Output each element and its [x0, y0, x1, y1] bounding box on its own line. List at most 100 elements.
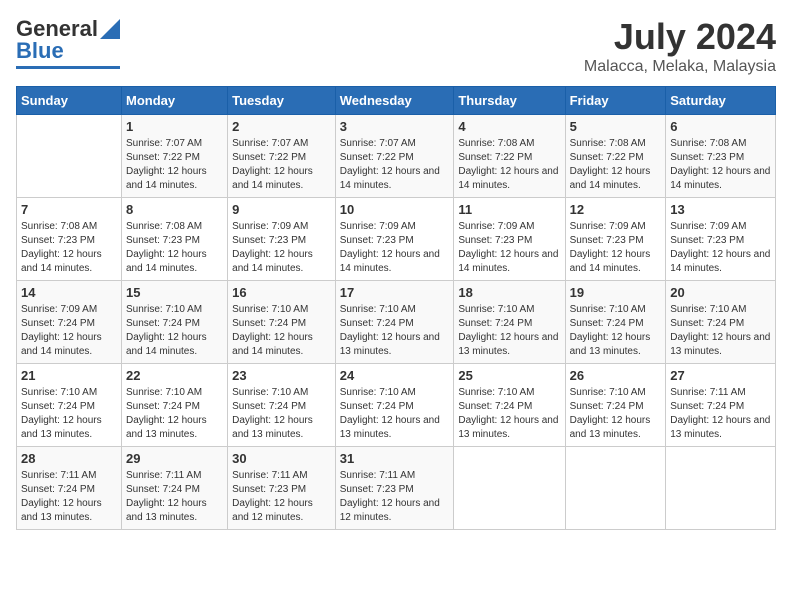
day-cell — [454, 447, 565, 530]
day-cell: 15 Sunrise: 7:10 AMSunset: 7:24 PMDayligh… — [121, 281, 227, 364]
day-number: 11 — [458, 202, 560, 217]
day-number: 22 — [126, 368, 223, 383]
day-info: Sunrise: 7:08 AMSunset: 7:22 PMDaylight:… — [458, 137, 560, 193]
day-info: Sunrise: 7:11 AMSunset: 7:24 PMDaylight:… — [670, 386, 771, 442]
day-number: 16 — [232, 285, 331, 300]
day-number: 1 — [126, 119, 223, 134]
day-number: 24 — [340, 368, 450, 383]
day-number: 10 — [340, 202, 450, 217]
day-number: 3 — [340, 119, 450, 134]
day-info: Sunrise: 7:10 AMSunset: 7:24 PMDaylight:… — [126, 386, 223, 442]
day-number: 25 — [458, 368, 560, 383]
day-number: 17 — [340, 285, 450, 300]
day-info: Sunrise: 7:11 AMSunset: 7:24 PMDaylight:… — [21, 469, 117, 525]
col-sunday: Sunday — [17, 87, 122, 115]
day-number: 12 — [570, 202, 662, 217]
col-thursday: Thursday — [454, 87, 565, 115]
day-number: 4 — [458, 119, 560, 134]
day-cell: 11 Sunrise: 7:09 AMSunset: 7:23 PMDayligh… — [454, 198, 565, 281]
day-cell: 1 Sunrise: 7:07 AMSunset: 7:22 PMDaylight… — [121, 115, 227, 198]
day-cell: 17 Sunrise: 7:10 AMSunset: 7:24 PMDayligh… — [335, 281, 454, 364]
day-info: Sunrise: 7:11 AMSunset: 7:24 PMDaylight:… — [126, 469, 223, 525]
day-cell: 2Sunrise: 7:07 AMSunset: 7:22 PMDaylight… — [228, 115, 336, 198]
day-info: Sunrise: 7:09 AMSunset: 7:23 PMDaylight:… — [670, 220, 771, 276]
day-info: Sunrise: 7:09 AMSunset: 7:23 PMDaylight:… — [570, 220, 662, 276]
day-cell: 3Sunrise: 7:07 AMSunset: 7:22 PMDaylight… — [335, 115, 454, 198]
col-friday: Friday — [565, 87, 666, 115]
day-cell: 14 Sunrise: 7:09 AMSunset: 7:24 PMDayligh… — [17, 281, 122, 364]
logo-blue: Blue — [16, 38, 64, 64]
day-cell: 27 Sunrise: 7:11 AMSunset: 7:24 PMDayligh… — [666, 364, 776, 447]
title-block: July 2024 Malacca, Melaka, Malaysia — [584, 16, 776, 76]
day-cell: 20Sunrise: 7:10 AMSunset: 7:24 PMDayligh… — [666, 281, 776, 364]
day-number: 6 — [670, 119, 771, 134]
day-cell: 13 Sunrise: 7:09 AMSunset: 7:23 PMDayligh… — [666, 198, 776, 281]
day-number: 14 — [21, 285, 117, 300]
day-number: 20 — [670, 285, 771, 300]
day-number: 30 — [232, 451, 331, 466]
day-number: 21 — [21, 368, 117, 383]
day-number: 28 — [21, 451, 117, 466]
day-number: 18 — [458, 285, 560, 300]
day-info: Sunrise: 7:07 AMSunset: 7:22 PMDaylight:… — [126, 137, 223, 193]
day-info: Sunrise: 7:09 AMSunset: 7:24 PMDaylight:… — [21, 303, 117, 359]
logo: General Blue — [16, 16, 120, 69]
day-cell: 12 Sunrise: 7:09 AMSunset: 7:23 PMDayligh… — [565, 198, 666, 281]
day-cell: 6Sunrise: 7:08 AMSunset: 7:23 PMDaylight… — [666, 115, 776, 198]
day-info: Sunrise: 7:10 AMSunset: 7:24 PMDaylight:… — [340, 303, 450, 359]
day-cell: 25 Sunrise: 7:10 AMSunset: 7:24 PMDayligh… — [454, 364, 565, 447]
day-number: 23 — [232, 368, 331, 383]
col-monday: Monday — [121, 87, 227, 115]
col-wednesday: Wednesday — [335, 87, 454, 115]
day-cell: 8 Sunrise: 7:08 AMSunset: 7:23 PMDaylight… — [121, 198, 227, 281]
day-cell: 24 Sunrise: 7:10 AMSunset: 7:24 PMDayligh… — [335, 364, 454, 447]
day-cell: 21 Sunrise: 7:10 AMSunset: 7:24 PMDayligh… — [17, 364, 122, 447]
day-cell: 19 Sunrise: 7:10 AMSunset: 7:24 PMDayligh… — [565, 281, 666, 364]
day-number: 31 — [340, 451, 450, 466]
day-number: 27 — [670, 368, 771, 383]
day-cell: 16Sunrise: 7:10 AMSunset: 7:24 PMDayligh… — [228, 281, 336, 364]
day-number: 19 — [570, 285, 662, 300]
day-info: Sunrise: 7:10 AMSunset: 7:24 PMDaylight:… — [21, 386, 117, 442]
logo-underline — [16, 66, 120, 69]
location-subtitle: Malacca, Melaka, Malaysia — [584, 58, 776, 76]
day-cell — [666, 447, 776, 530]
day-cell: 30 Sunrise: 7:11 AMSunset: 7:23 PMDayligh… — [228, 447, 336, 530]
day-info: Sunrise: 7:10 AMSunset: 7:24 PMDaylight:… — [126, 303, 223, 359]
day-number: 29 — [126, 451, 223, 466]
day-cell: 23 Sunrise: 7:10 AMSunset: 7:24 PMDayligh… — [228, 364, 336, 447]
day-cell — [565, 447, 666, 530]
day-number: 2 — [232, 119, 331, 134]
day-cell: 18 Sunrise: 7:10 AMSunset: 7:24 PMDayligh… — [454, 281, 565, 364]
day-number: 7 — [21, 202, 117, 217]
day-info: Sunrise: 7:11 AMSunset: 7:23 PMDaylight:… — [232, 469, 331, 525]
week-row-1: 1 Sunrise: 7:07 AMSunset: 7:22 PMDaylight… — [17, 115, 776, 198]
day-info: Sunrise: 7:10 AMSunset: 7:24 PMDaylight:… — [340, 386, 450, 442]
day-cell — [17, 115, 122, 198]
calendar-table: Sunday Monday Tuesday Wednesday Thursday… — [16, 86, 776, 530]
day-info: Sunrise: 7:08 AMSunset: 7:23 PMDaylight:… — [126, 220, 223, 276]
day-number: 26 — [570, 368, 662, 383]
col-tuesday: Tuesday — [228, 87, 336, 115]
day-cell: 28 Sunrise: 7:11 AMSunset: 7:24 PMDayligh… — [17, 447, 122, 530]
day-info: Sunrise: 7:09 AMSunset: 7:23 PMDaylight:… — [340, 220, 450, 276]
logo-icon — [100, 19, 120, 39]
day-number: 5 — [570, 119, 662, 134]
day-cell: 22 Sunrise: 7:10 AMSunset: 7:24 PMDayligh… — [121, 364, 227, 447]
day-number: 8 — [126, 202, 223, 217]
day-info: Sunrise: 7:11 AMSunset: 7:23 PMDaylight:… — [340, 469, 450, 525]
month-year-title: July 2024 — [584, 16, 776, 58]
day-cell: 9Sunrise: 7:09 AMSunset: 7:23 PMDaylight… — [228, 198, 336, 281]
day-cell: 4 Sunrise: 7:08 AMSunset: 7:22 PMDaylight… — [454, 115, 565, 198]
day-number: 15 — [126, 285, 223, 300]
day-info: Sunrise: 7:09 AMSunset: 7:23 PMDaylight:… — [458, 220, 560, 276]
day-info: Sunrise: 7:10 AMSunset: 7:24 PMDaylight:… — [232, 386, 331, 442]
day-info: Sunrise: 7:10 AMSunset: 7:24 PMDaylight:… — [570, 303, 662, 359]
day-info: Sunrise: 7:10 AMSunset: 7:24 PMDaylight:… — [458, 303, 560, 359]
week-row-2: 7 Sunrise: 7:08 AMSunset: 7:23 PMDaylight… — [17, 198, 776, 281]
day-number: 13 — [670, 202, 771, 217]
week-row-4: 21 Sunrise: 7:10 AMSunset: 7:24 PMDayligh… — [17, 364, 776, 447]
day-cell: 7Sunrise: 7:08 AMSunset: 7:23 PMDaylight… — [17, 198, 122, 281]
week-row-3: 14 Sunrise: 7:09 AMSunset: 7:24 PMDayligh… — [17, 281, 776, 364]
day-info: Sunrise: 7:10 AMSunset: 7:24 PMDaylight:… — [458, 386, 560, 442]
